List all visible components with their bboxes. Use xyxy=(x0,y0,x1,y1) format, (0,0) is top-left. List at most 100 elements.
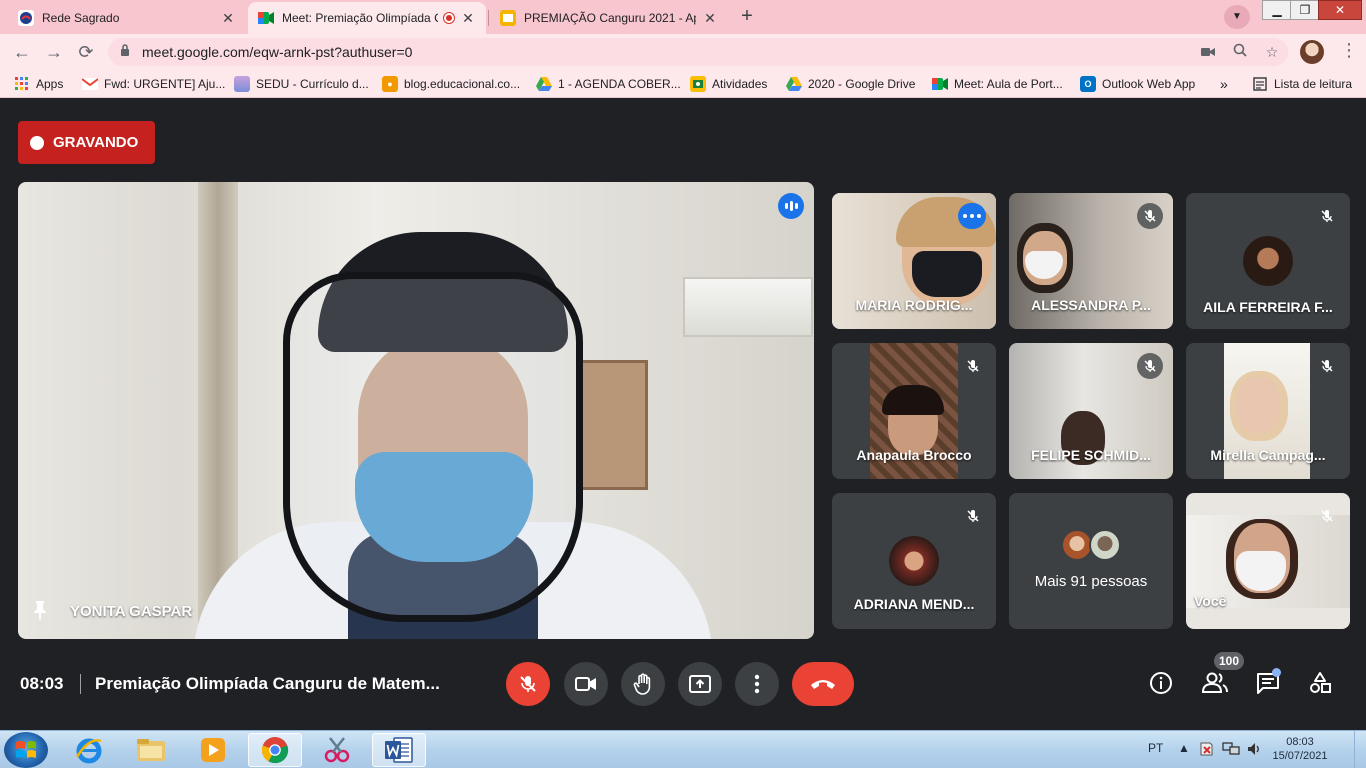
camera-in-use-icon[interactable] xyxy=(1198,42,1218,62)
microphone-toggle-button[interactable] xyxy=(506,662,550,706)
forward-arrow-icon[interactable]: → xyxy=(42,40,66,64)
system-clock[interactable]: 08:03 15/07/2021 xyxy=(1270,735,1330,763)
muted-mic-icon xyxy=(960,503,986,529)
bookmark-gmail[interactable]: Fwd: URGENTE] Aju... xyxy=(82,76,225,92)
show-hidden-icons-icon[interactable]: ▲ xyxy=(1178,741,1190,755)
taskbar-microsoft-word[interactable] xyxy=(372,733,426,767)
participant-tile[interactable]: Anapaula Brocco xyxy=(832,343,996,479)
show-desktop-button[interactable] xyxy=(1354,731,1366,768)
zoom-icon[interactable] xyxy=(1230,42,1250,62)
self-view-tile[interactable]: Você xyxy=(1186,493,1350,629)
participant-tile[interactable]: Mirella Campag... xyxy=(1186,343,1350,479)
bookmarks-overflow-button[interactable]: » xyxy=(1220,76,1228,92)
taskbar-file-explorer[interactable] xyxy=(124,733,178,767)
tab-search-dropdown-icon[interactable]: ▼ xyxy=(1224,5,1250,29)
profile-avatar[interactable] xyxy=(1300,40,1324,64)
meet-stage: GRAVANDO YONITA GASPAR MARIA RODRIG... A… xyxy=(0,99,1366,730)
participant-tile[interactable]: ADRIANA MEND... xyxy=(832,493,996,629)
participant-count-badge: 100 xyxy=(1214,652,1245,670)
meet-icon xyxy=(932,76,948,92)
taskbar-google-chrome[interactable] xyxy=(248,733,302,767)
pin-icon[interactable] xyxy=(32,600,48,620)
participant-name: Mirella Campag... xyxy=(1210,447,1326,463)
more-options-button[interactable] xyxy=(735,662,779,706)
tab-meet[interactable]: Meet: Premiação Olimpíada C ✕ xyxy=(248,2,486,34)
volume-icon[interactable] xyxy=(1246,741,1262,760)
folder-icon xyxy=(137,739,165,761)
camera-toggle-button[interactable] xyxy=(564,662,608,706)
bookmarks-bar: Apps Fwd: URGENTE] Aju... SEDU - Currícu… xyxy=(0,70,1366,98)
taskbar-media-player[interactable] xyxy=(186,733,240,767)
tab-close-icon[interactable]: ✕ xyxy=(220,10,236,26)
reload-icon[interactable]: ⟳ xyxy=(74,40,98,64)
reading-list-icon xyxy=(1252,76,1268,92)
participant-tile[interactable]: AILA FERREIRA F... xyxy=(1186,193,1350,329)
bookmark-meet-aula[interactable]: Meet: Aula de Port... xyxy=(932,76,1063,92)
bookmark-sedu[interactable]: SEDU - Currículo d... xyxy=(234,76,369,92)
leave-call-button[interactable] xyxy=(792,662,854,706)
bookmark-blog-educacional[interactable]: ● blog.educacional.co... xyxy=(382,76,520,92)
bookmark-agenda[interactable]: 1 - AGENDA COBER... xyxy=(536,76,681,92)
activities-button[interactable] xyxy=(1304,667,1336,699)
present-screen-icon xyxy=(689,675,711,693)
action-center-icon[interactable] xyxy=(1198,741,1214,760)
present-screen-button[interactable] xyxy=(678,662,722,706)
tab-rede-sagrado[interactable]: Rede Sagrado ✕ xyxy=(8,2,246,34)
bookmark-apps[interactable]: Apps xyxy=(14,76,63,92)
recording-badge[interactable]: GRAVANDO xyxy=(18,121,155,164)
windows-logo-icon xyxy=(16,741,36,758)
close-window-button[interactable]: ✕ xyxy=(1318,0,1362,20)
media-player-icon xyxy=(201,738,225,762)
chrome-icon xyxy=(261,737,289,764)
tab-title: Meet: Premiação Olimpíada C xyxy=(282,11,438,25)
background-window xyxy=(683,277,813,337)
muted-mic-icon xyxy=(1314,353,1340,379)
participant-face xyxy=(1236,377,1280,433)
participants-button[interactable] xyxy=(1199,667,1231,699)
start-button[interactable] xyxy=(4,732,48,768)
lock-icon[interactable] xyxy=(120,44,130,59)
tab-close-icon[interactable]: ✕ xyxy=(460,10,476,26)
bookmark-label: 2020 - Google Drive xyxy=(808,77,916,91)
more-participants-tile[interactable]: Mais 91 pessoas xyxy=(1009,493,1173,629)
speaking-indicator-icon xyxy=(778,193,804,219)
address-bar[interactable]: meet.google.com/eqw-arnk-pst?authuser=0 … xyxy=(108,38,1288,66)
internet-explorer-icon xyxy=(75,738,102,764)
browser-menu-icon[interactable]: ⋮ xyxy=(1340,40,1358,61)
tab-title: Rede Sagrado xyxy=(42,11,120,25)
bookmark-label: SEDU - Currículo d... xyxy=(256,77,369,91)
participant-name: AILA FERREIRA F... xyxy=(1203,299,1333,315)
muted-mic-icon xyxy=(1314,503,1340,529)
raise-hand-button[interactable] xyxy=(621,662,665,706)
participant-tile[interactable]: FELIPE SCHMID... xyxy=(1009,343,1173,479)
bookmark-label: Atividades xyxy=(712,77,768,91)
minimize-window-button[interactable]: ▁ xyxy=(1262,0,1292,20)
bookmark-google-drive[interactable]: 2020 - Google Drive xyxy=(786,76,915,92)
taskbar-internet-explorer[interactable] xyxy=(62,733,116,767)
record-dot-icon xyxy=(30,135,44,150)
more-options-icon[interactable] xyxy=(958,203,986,229)
input-language-indicator[interactable]: PT xyxy=(1148,741,1163,755)
tab-close-icon[interactable]: ✕ xyxy=(702,10,718,26)
participant-tile[interactable]: ALESSANDRA P... xyxy=(1009,193,1173,329)
google-slides-favicon-icon xyxy=(500,10,516,26)
reading-list-button[interactable]: Lista de leitura xyxy=(1252,76,1352,92)
participant-name: ADRIANA MEND... xyxy=(853,596,975,612)
gmail-icon xyxy=(82,76,98,92)
new-tab-button[interactable]: + xyxy=(734,5,760,29)
bookmark-star-icon[interactable]: ☆ xyxy=(1262,42,1282,62)
bookmark-atividades[interactable]: Atividades xyxy=(690,76,767,92)
browser-toolbar: ← → ⟳ meet.google.com/eqw-arnk-pst?authu… xyxy=(0,34,1366,70)
url-text: meet.google.com/eqw-arnk-pst?authuser=0 xyxy=(142,44,413,60)
back-arrow-icon[interactable]: ← xyxy=(10,40,34,64)
meeting-details-button[interactable] xyxy=(1145,667,1177,699)
network-icon[interactable] xyxy=(1222,741,1240,760)
scissors-icon xyxy=(324,737,350,763)
taskbar-snipping-tool[interactable] xyxy=(310,733,364,767)
bookmark-outlook[interactable]: O Outlook Web App xyxy=(1080,76,1195,92)
people-icon xyxy=(1202,672,1228,693)
maximize-window-button[interactable]: ❐ xyxy=(1290,0,1320,20)
tab-premiacao-slides[interactable]: PREMIAÇÃO Canguru 2021 - Apr ✕ xyxy=(490,2,728,34)
participant-tile[interactable]: MARIA RODRIG... xyxy=(832,193,996,329)
main-speaker-video[interactable]: YONITA GASPAR xyxy=(18,182,814,639)
